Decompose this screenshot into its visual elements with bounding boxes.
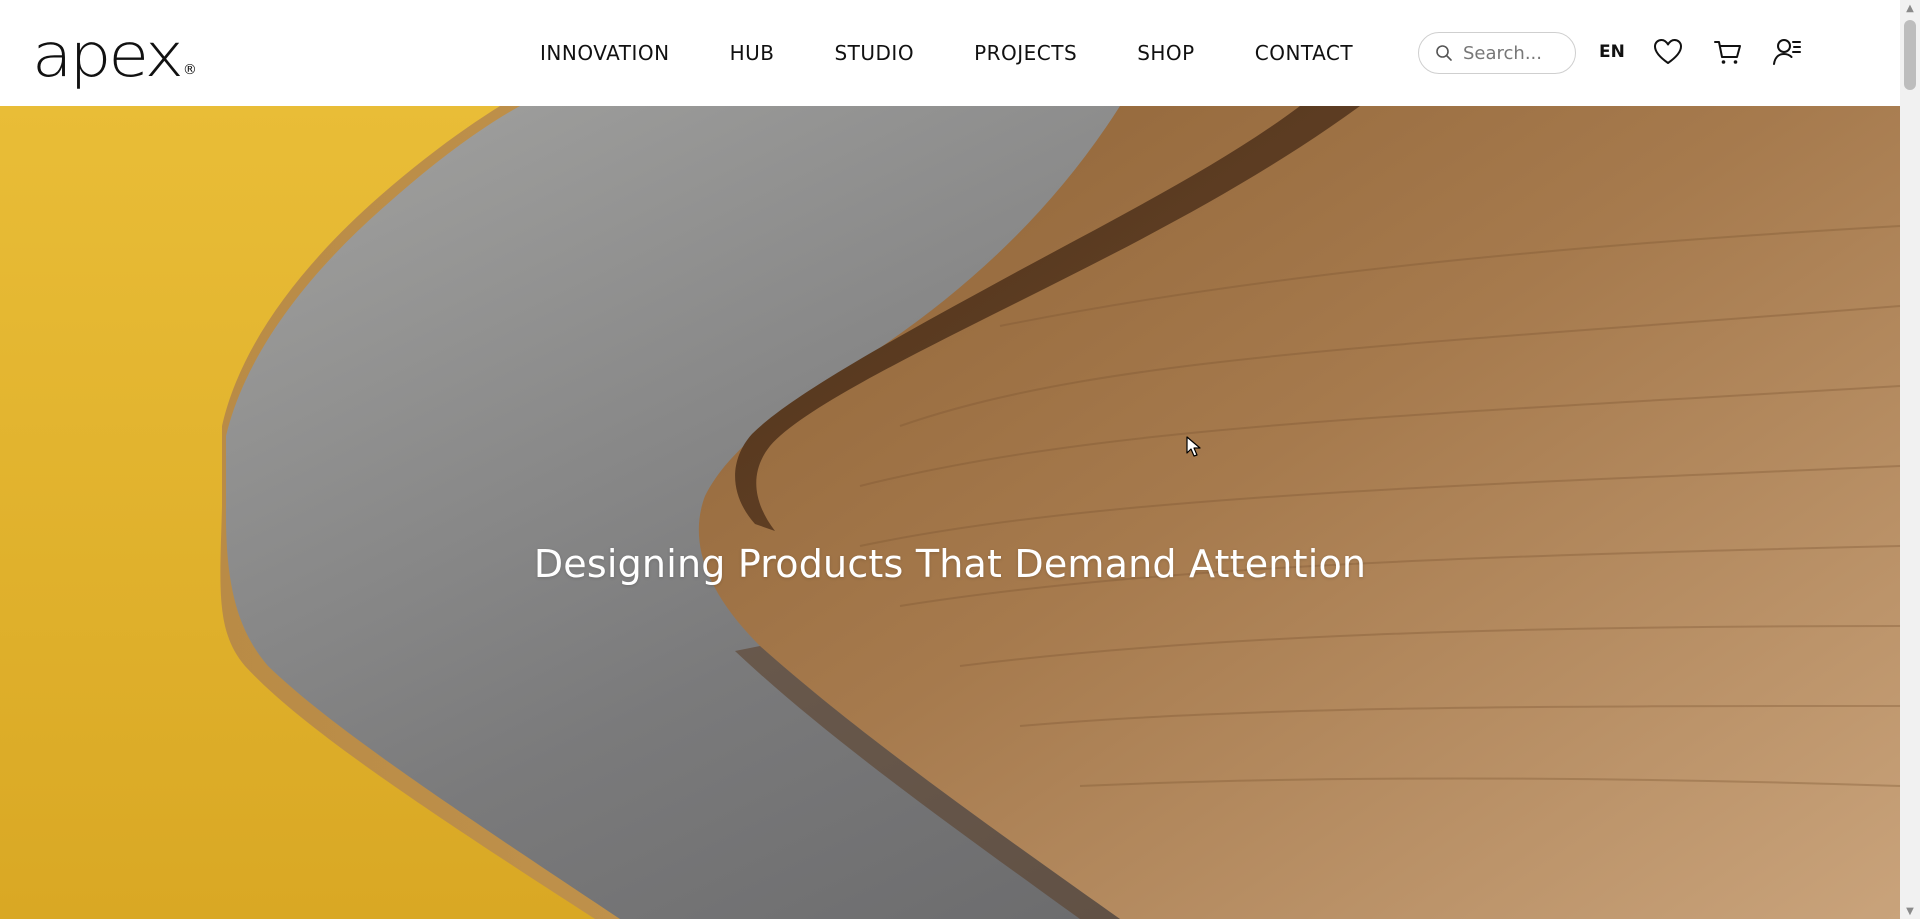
language-selector[interactable]: EN (1599, 42, 1625, 62)
hero-title: Designing Products That Demand Attention (533, 542, 1367, 586)
mouse-cursor-icon (1186, 436, 1201, 457)
search-icon (1436, 45, 1452, 61)
nav-item-contact[interactable]: CONTACT (1255, 41, 1353, 65)
nav-item-innovation[interactable]: INNOVATION (540, 41, 670, 65)
page-scrollbar[interactable]: ▲ ▼ (1900, 0, 1920, 919)
scroll-down-arrow-icon[interactable]: ▼ (1900, 903, 1920, 919)
site-header: apex ® INNOVATION HUB STUDIO PROJECTS SH… (0, 0, 1900, 106)
logo[interactable]: apex ® (32, 20, 212, 91)
nav-item-hub[interactable]: HUB (730, 41, 775, 65)
logo-text: apex (32, 20, 184, 91)
cart-icon[interactable] (1712, 36, 1744, 68)
nav-item-shop[interactable]: SHOP (1137, 41, 1195, 65)
nav-item-projects[interactable]: PROJECTS (974, 41, 1077, 65)
hero-image (0, 106, 1900, 919)
scroll-up-arrow-icon[interactable]: ▲ (1900, 0, 1920, 16)
search-box[interactable] (1418, 32, 1576, 74)
registered-mark: ® (182, 62, 197, 78)
account-icon[interactable] (1772, 36, 1804, 68)
heart-icon[interactable] (1652, 36, 1684, 68)
scroll-thumb[interactable] (1904, 20, 1916, 90)
hero-section: Designing Products That Demand Attention (0, 106, 1900, 919)
search-input[interactable] (1463, 42, 1563, 64)
nav-item-studio[interactable]: STUDIO (834, 41, 914, 65)
main-nav: INNOVATION HUB STUDIO PROJECTS SHOP CONT… (540, 0, 1353, 106)
